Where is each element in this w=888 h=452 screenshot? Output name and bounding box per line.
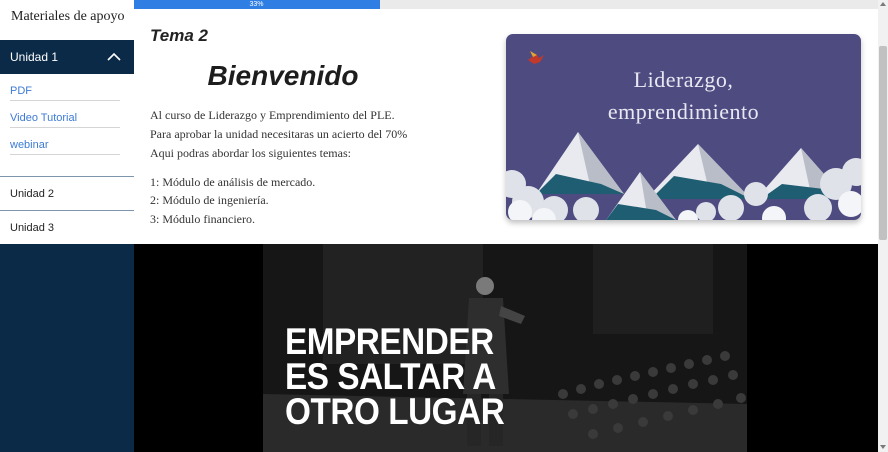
unit-1-resources: PDF Video Tutorial webinar — [0, 74, 134, 176]
topic-item: 3: Módulo financiero. — [150, 212, 255, 226]
progress-label: 33% — [249, 1, 264, 8]
video-caption: EMPRENDER ES SALTAR A OTRO LUGAR — [285, 321, 505, 432]
sidebar-title: Materiales de apoyo — [11, 9, 125, 24]
scrollbar[interactable] — [878, 0, 888, 452]
sidebar-item-label: Unidad 1 — [10, 50, 59, 64]
sidebar-item-unidad-1[interactable]: Unidad 1 — [0, 40, 134, 74]
video-player[interactable]: EMPRENDER ES SALTAR A OTRO LUGAR — [134, 244, 878, 452]
video-tutorial-link[interactable]: Video Tutorial — [10, 112, 77, 124]
chevron-up-icon[interactable] — [106, 49, 122, 65]
intro-line: Aqui podras abordar los siguientes temas… — [150, 146, 351, 160]
sidebar-item-label: Unidad 3 — [10, 222, 55, 234]
sidebar-item-label: Unidad 2 — [10, 188, 55, 200]
scroll-down-icon[interactable] — [880, 445, 886, 449]
sidebar-header: Materiales de apoyo — [0, 0, 134, 40]
video-frame[interactable]: EMPRENDER ES SALTAR A OTRO LUGAR — [263, 244, 747, 452]
progress-bar: 33% — [134, 0, 878, 9]
course-banner: Liderazgo, emprendimiento — [506, 34, 861, 220]
topic-item: 1: Módulo de análisis de mercado. — [150, 175, 316, 189]
page-title: Bienvenido — [207, 60, 359, 91]
scrollbar-thumb[interactable] — [879, 46, 887, 240]
divider — [10, 100, 120, 101]
video-caption-line: EMPRENDER — [285, 321, 494, 362]
banner-title: Liderazgo, emprendimiento — [506, 64, 861, 128]
scroll-up-icon[interactable] — [880, 2, 886, 6]
video-caption-line: OTRO LUGAR — [285, 391, 505, 432]
topic-item: 2: Módulo de ingeniería. — [150, 193, 269, 207]
banner-title-line: Liderazgo, — [633, 67, 734, 92]
divider — [10, 154, 120, 155]
bird-icon — [528, 51, 544, 64]
sidebar: Materiales de apoyo Unidad 1 PDF Video T… — [0, 0, 134, 452]
sidebar-item-unidad-3[interactable]: Unidad 3 — [0, 210, 134, 244]
intro-line: Para aprobar la unidad necesitaras un ac… — [150, 127, 408, 141]
webinar-link[interactable]: webinar — [10, 139, 49, 151]
video-caption-line: ES SALTAR A — [285, 356, 496, 397]
divider — [10, 127, 120, 128]
sidebar-item-unidad-2[interactable]: Unidad 2 — [0, 176, 134, 210]
section-title: Tema 2 — [150, 26, 208, 45]
banner-title-line: emprendimiento — [607, 99, 760, 124]
intro-line: Al curso de Liderazgo y Emprendimiento d… — [150, 108, 395, 122]
pdf-link[interactable]: PDF — [10, 85, 32, 97]
